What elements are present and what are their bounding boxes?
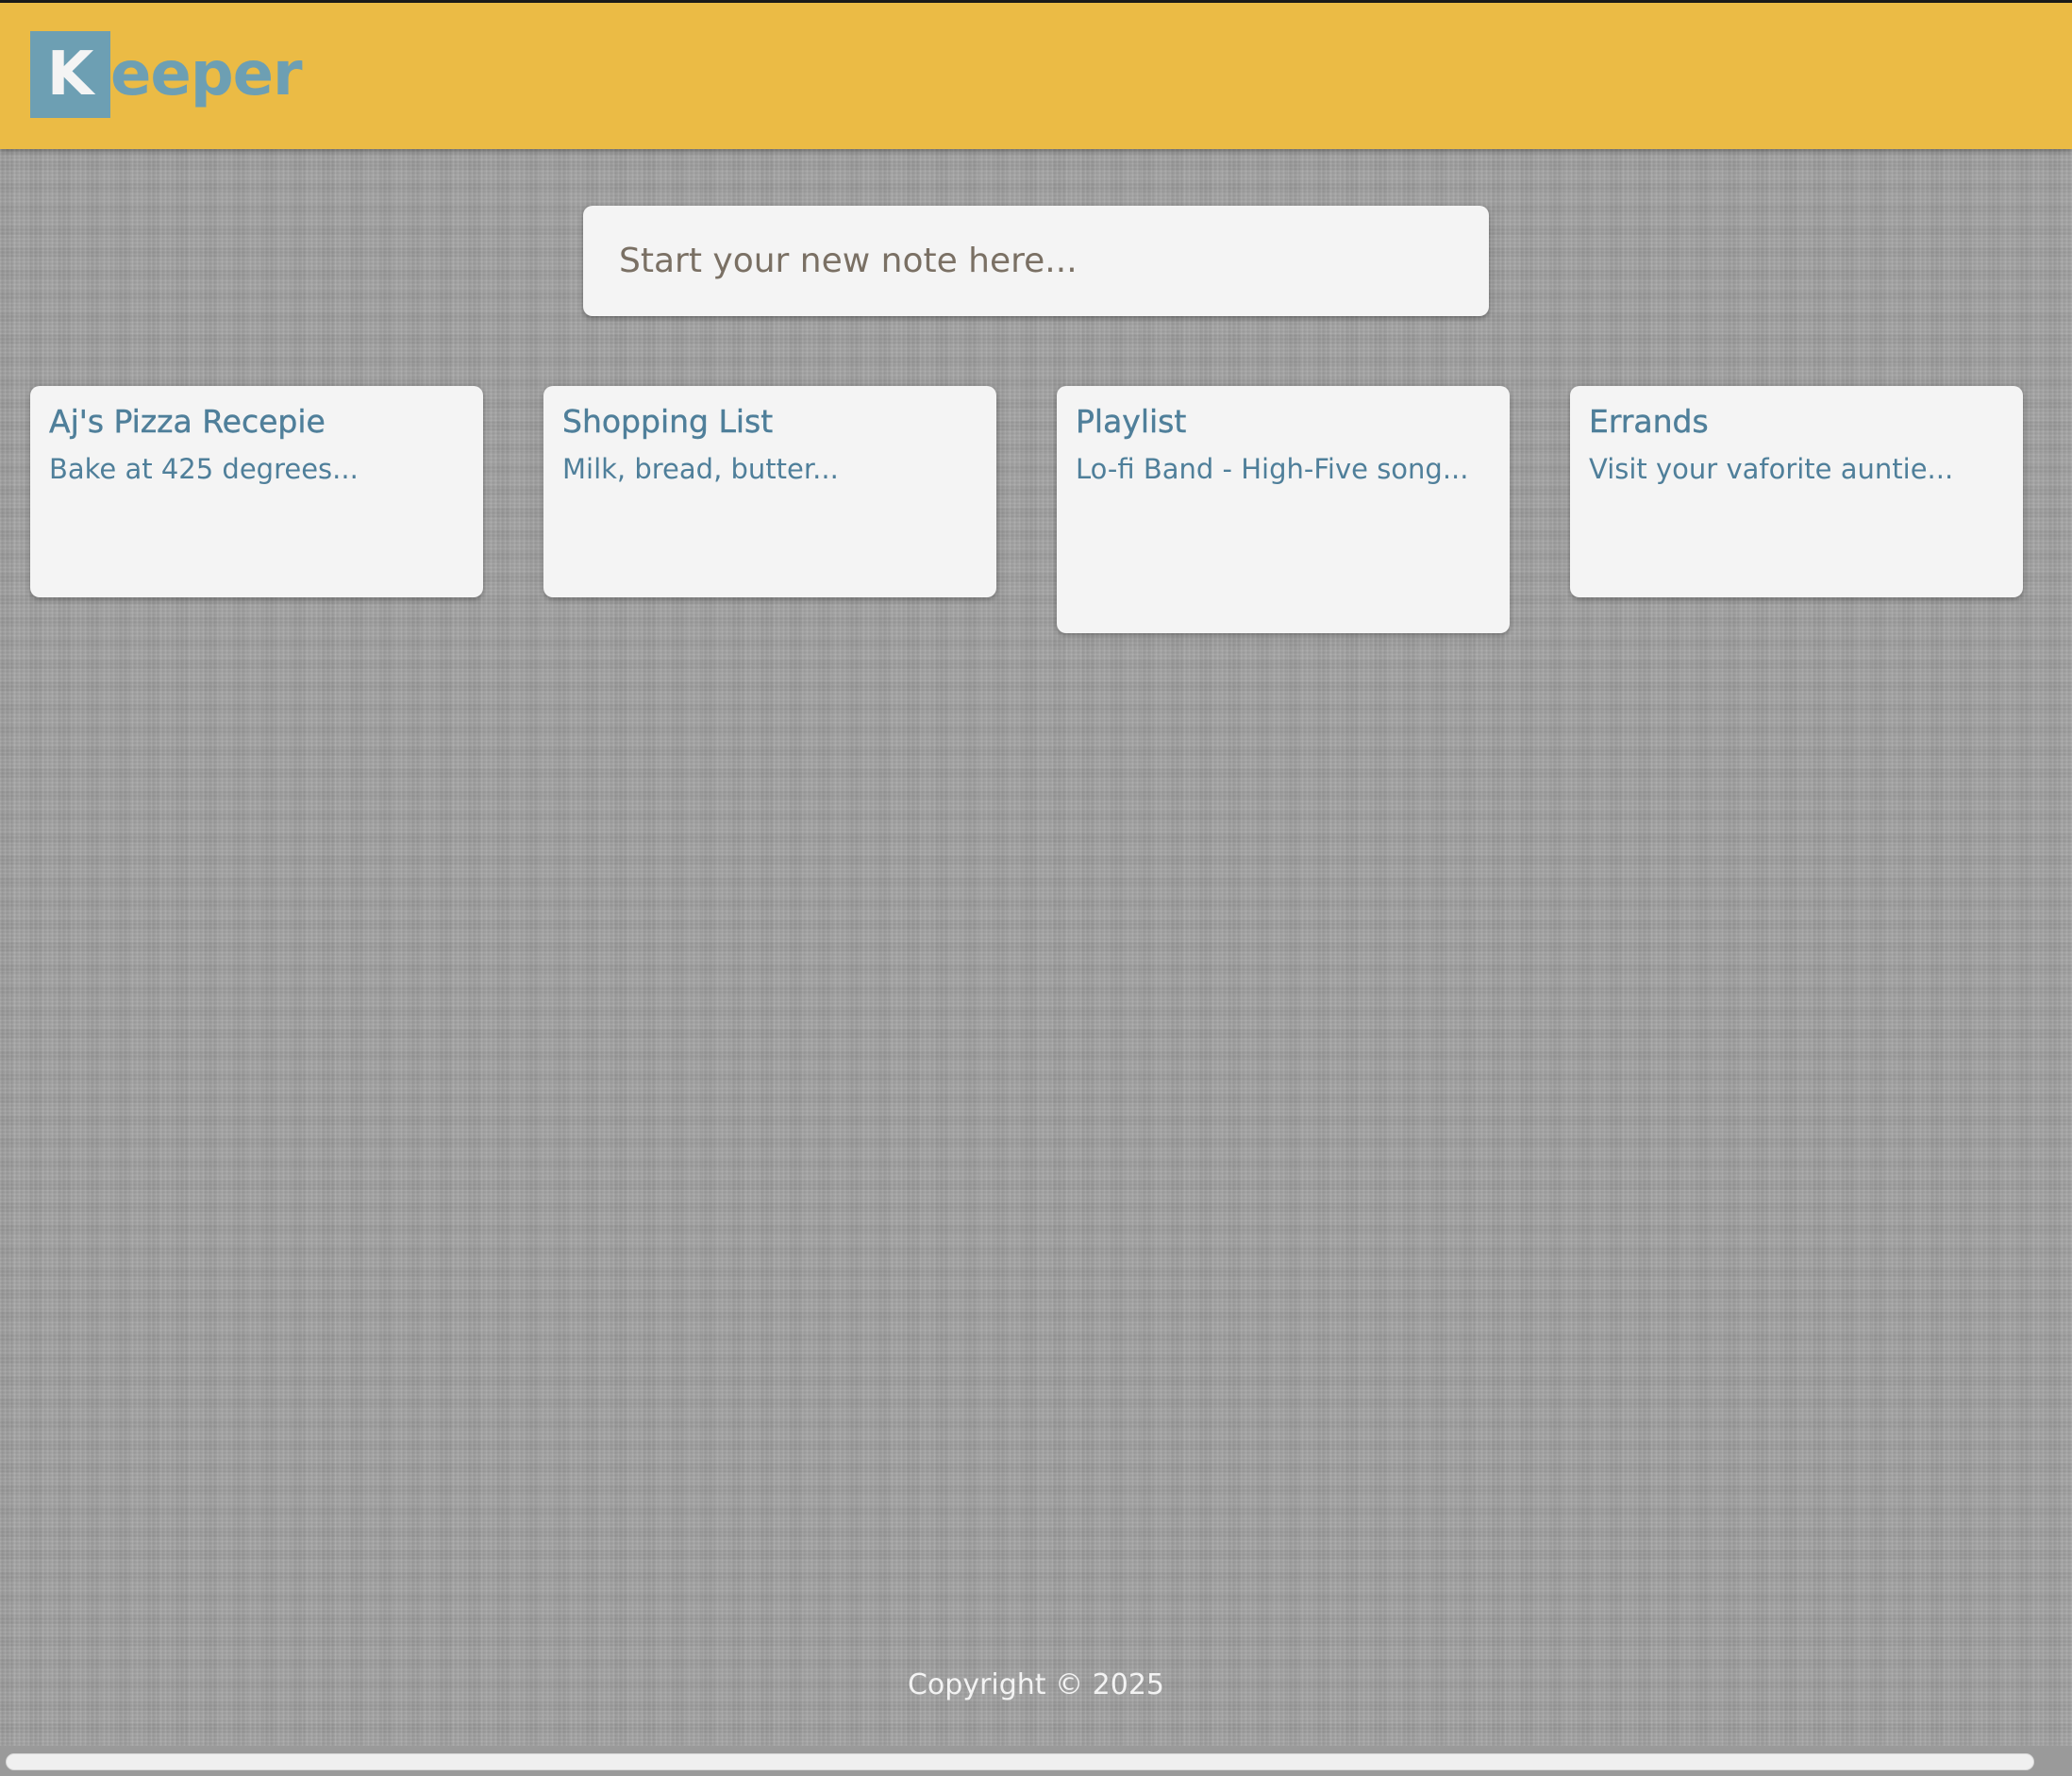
page-footer: Copyright © 2025 bbox=[0, 1668, 2072, 1701]
note-content: Bake at 425 degrees... bbox=[49, 452, 359, 485]
logo-text: eeper bbox=[110, 40, 303, 109]
copyright-text: Copyright © 2025 bbox=[907, 1668, 1164, 1701]
note-content: Milk, bread, butter... bbox=[562, 452, 839, 485]
logo-initial: K bbox=[30, 31, 110, 118]
note-title: Aj's Pizza Recepie bbox=[49, 403, 326, 440]
keeper-logo[interactable]: K eeper bbox=[30, 31, 303, 118]
new-note-input[interactable] bbox=[583, 206, 1489, 316]
note-card[interactable]: Playlist Lo-fi Band - High-Five song... bbox=[1057, 386, 1510, 633]
note-content: Lo-fi Band - High-Five song... bbox=[1076, 452, 1469, 485]
note-card[interactable]: Aj's Pizza Recepie Bake at 425 degrees..… bbox=[30, 386, 483, 597]
note-content: Visit your vaforite auntie... bbox=[1589, 452, 1954, 485]
note-title: Playlist bbox=[1076, 403, 1187, 440]
note-title: Shopping List bbox=[562, 403, 774, 440]
app-header: K eeper bbox=[0, 3, 2072, 149]
note-title: Errands bbox=[1589, 403, 1709, 440]
note-card[interactable]: Shopping List Milk, bread, butter... bbox=[543, 386, 996, 597]
note-card[interactable]: Errands Visit your vaforite auntie... bbox=[1570, 386, 2023, 597]
scrollbar-thumb[interactable] bbox=[6, 1753, 2034, 1770]
horizontal-scrollbar[interactable] bbox=[0, 1746, 2072, 1776]
